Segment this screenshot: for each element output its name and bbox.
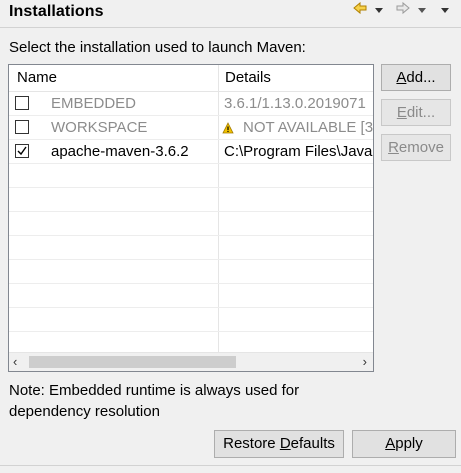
installation-details: C:\Program Files\Java	[224, 143, 373, 160]
scrollbar-thumb[interactable]	[29, 356, 236, 368]
row-checkbox[interactable]	[15, 96, 29, 110]
installation-details: 3.6.1/1.13.0.2019071	[224, 95, 366, 112]
installation-name: EMBEDDED	[51, 95, 137, 112]
note-text: Note: Embedded runtime is always used fo…	[9, 382, 300, 420]
edit-accelerator: E	[396, 104, 407, 121]
empty-row	[9, 260, 373, 284]
remove-button[interactable]: Remove	[381, 134, 451, 161]
back-arrow-icon[interactable]	[352, 0, 368, 20]
installation-details: NOT AVAILABLE [3	[243, 119, 374, 136]
warning-icon	[222, 121, 234, 138]
view-menu-icon[interactable]	[440, 2, 450, 19]
installation-name: apache-maven-3.6.2	[51, 143, 189, 160]
section-title: Installations	[9, 3, 104, 20]
add-accelerator: A	[396, 69, 407, 86]
row-checkbox-checked[interactable]	[15, 144, 29, 158]
forward-arrow-icon[interactable]	[395, 0, 411, 20]
forward-dropdown-icon[interactable]	[417, 2, 427, 19]
table-header: Name Details	[9, 65, 373, 92]
column-header-details[interactable]: Details	[225, 69, 271, 86]
row-checkbox[interactable]	[15, 120, 29, 134]
table-row[interactable]: EMBEDDED 3.6.1/1.13.0.2019071	[9, 92, 373, 116]
table-row[interactable]: apache-maven-3.6.2 C:\Program Files\Java	[9, 140, 373, 164]
back-dropdown-icon[interactable]	[374, 2, 384, 19]
apply-label-rest: pply	[395, 435, 423, 452]
edit-label-rest: dit...	[406, 104, 436, 121]
restore-defaults-button[interactable]: Restore Defaults	[214, 430, 344, 458]
restore-accelerator: D	[279, 435, 291, 452]
table-row[interactable]: WORKSPACE NOT AVAILABLE [3	[9, 116, 373, 140]
restore-label-rest: efaults	[290, 435, 335, 452]
add-button[interactable]: Add...	[381, 64, 451, 91]
remove-accelerator: R	[388, 139, 399, 156]
empty-row	[9, 164, 373, 188]
horizontal-scrollbar[interactable]: ‹ ›	[9, 352, 373, 371]
empty-row	[9, 236, 373, 260]
header-divider	[0, 27, 461, 28]
apply-button[interactable]: Apply	[352, 430, 456, 458]
empty-row	[9, 188, 373, 212]
column-header-name[interactable]: Name	[17, 69, 57, 86]
empty-row	[9, 212, 373, 236]
footer-divider	[0, 465, 461, 466]
restore-label-pre: Restore	[223, 435, 280, 452]
installations-table[interactable]: Name Details EMBEDDED 3.6.1/1.13.0.20190…	[8, 64, 374, 372]
empty-row	[9, 284, 373, 308]
instruction-label: Select the installation used to launch M…	[9, 39, 306, 56]
installation-name: WORKSPACE	[51, 119, 148, 136]
add-label-rest: dd...	[406, 69, 436, 86]
scroll-left-icon[interactable]: ‹	[13, 354, 17, 369]
empty-row	[9, 308, 373, 332]
remove-label-rest: emove	[398, 139, 444, 156]
scroll-right-icon[interactable]: ›	[363, 354, 367, 369]
edit-button[interactable]: Edit...	[381, 99, 451, 126]
apply-accelerator: A	[385, 435, 396, 452]
